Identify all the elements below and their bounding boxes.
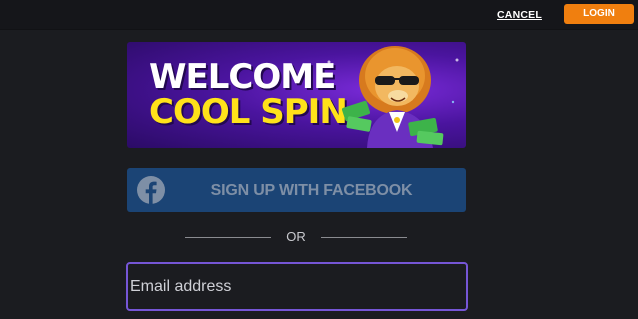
or-divider-text: OR [286, 229, 306, 244]
facebook-signup-label: SIGN UP WITH FACEBOOK [210, 182, 413, 199]
divider-left [185, 237, 271, 238]
lion-with-sunglasses-icon [327, 46, 459, 148]
cancel-link[interactable]: CANCEL [497, 9, 542, 21]
facebook-signup-button[interactable]: SIGN UP WITH FACEBOOK [127, 168, 466, 212]
top-bar: CANCEL LOGIN [0, 0, 638, 30]
banner-title-line1: WELCOME [149, 57, 336, 97]
login-button[interactable]: LOGIN [564, 4, 634, 24]
divider-right [321, 237, 407, 238]
welcome-banner: WELCOME COOL SPIN [127, 42, 466, 148]
email-field[interactable] [126, 262, 468, 311]
